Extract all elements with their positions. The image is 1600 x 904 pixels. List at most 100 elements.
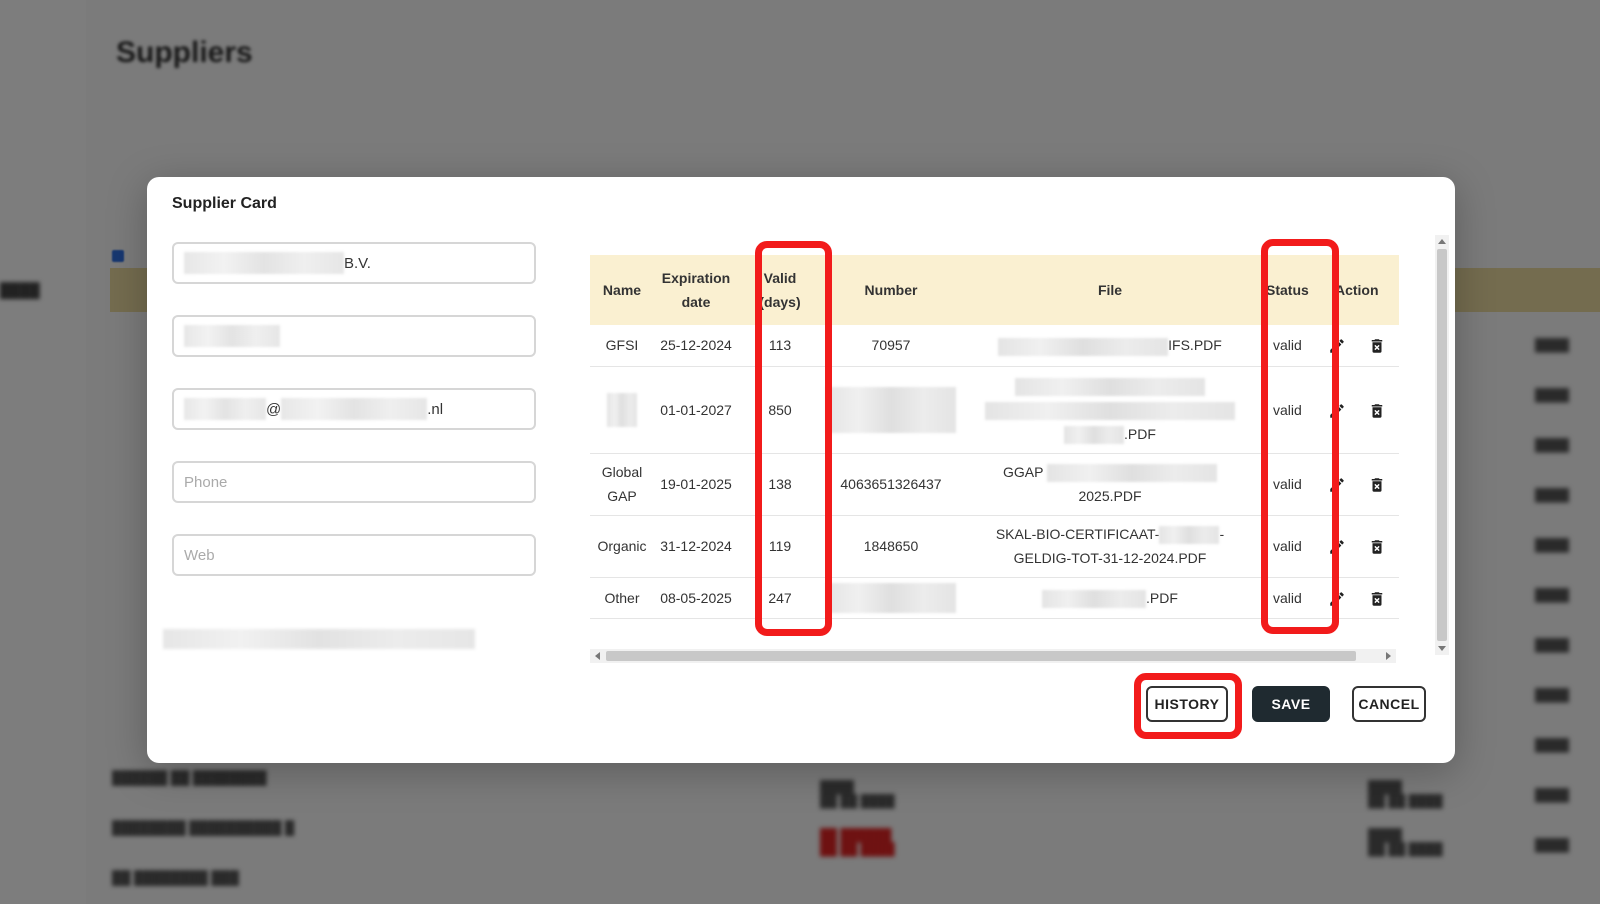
cell-number [822,577,960,619]
cell-valid-days: 119 [738,515,822,578]
cell-status: valid [1260,577,1315,619]
redacted-text [184,252,344,274]
cell-number [822,366,960,454]
file-name-prefix: SKAL-BIO-CERTIFICAAT- [995,526,1160,542]
cell-number: 1848650 [822,515,960,578]
pencil-icon[interactable] [1326,474,1348,496]
table-row: GFSI 25-12-2024 113 70957 IFS.PDF valid [590,325,1399,367]
cell-action [1314,577,1399,619]
email-tld: .nl [427,400,444,418]
redacted-text [184,398,266,420]
supplier-card-dialog: Supplier Card B.V. @ .nl Name Expiration… [147,177,1455,763]
phone-input[interactable] [184,473,524,491]
cell-file[interactable]: GGAP 2025.PDF [960,453,1260,516]
cell-action [1314,366,1399,454]
cell-expiration: 01-01-2027 [654,366,738,454]
column-header-action: Action [1314,255,1399,325]
header-text: date [681,294,711,310]
header-text: (days) [759,294,801,310]
save-button[interactable]: SAVE [1252,686,1330,722]
cell-status: valid [1260,366,1315,454]
cell-valid-days: 138 [738,453,822,516]
email-at: @ [266,400,282,418]
trash-icon[interactable] [1366,474,1388,496]
trash-icon[interactable] [1366,588,1388,610]
file-name-line: 2025.PDF [1078,488,1142,504]
redacted-text [1159,526,1220,545]
dialog-title: Supplier Card [172,195,277,212]
pencil-icon[interactable] [1326,335,1348,357]
table-row: Global GAP 19-01-2025 138 4063651326437 G… [590,453,1399,516]
redacted-text [1042,589,1147,608]
scroll-right-arrow-icon[interactable] [1386,652,1391,660]
cell-expiration: 19-01-2025 [654,453,738,516]
file-name-suffix: IFS.PDF [1168,337,1222,354]
scrollbar-thumb[interactable] [606,651,1356,661]
cell-name: Global GAP [590,453,654,516]
cell-status: valid [1260,453,1315,516]
pencil-icon[interactable] [1326,588,1348,610]
cell-number: 4063651326437 [822,453,960,516]
web-field[interactable] [172,534,536,576]
horizontal-scrollbar[interactable] [590,649,1396,663]
pencil-icon[interactable] [1326,536,1348,558]
redacted-text [184,325,280,347]
file-name-suffix: .PDF [1124,425,1156,442]
cell-valid-days: 850 [738,366,822,454]
trash-icon[interactable] [1366,536,1388,558]
cell-file[interactable]: .PDF [960,577,1260,619]
redacted-text [998,337,1169,356]
file-name-suffix: .PDF [1146,589,1178,606]
cell-status: valid [1260,325,1315,367]
scrollbar-thumb[interactable] [1437,249,1447,641]
column-header-valid-days: Valid (days) [738,255,822,325]
cell-name: Other [590,577,654,619]
cancel-button[interactable]: CANCEL [1352,686,1426,722]
file-name-prefix: GGAP [1002,464,1044,480]
history-button[interactable]: HISTORY [1146,686,1228,722]
trash-icon[interactable] [1366,400,1388,422]
name-text: Global [601,464,643,480]
redacted-text [607,392,637,427]
column-header-expiration: Expiration date [654,255,738,325]
redacted-text [1064,425,1125,444]
cell-expiration: 08-05-2025 [654,577,738,619]
table-row: 01-01-2027 850 .PDF valid [590,366,1399,454]
phone-field[interactable] [172,461,536,503]
pencil-icon[interactable] [1326,400,1348,422]
redacted-text [1047,464,1218,483]
cell-action [1314,325,1399,367]
cell-expiration: 31-12-2024 [654,515,738,578]
cell-action [1314,453,1399,516]
company-name-field[interactable]: B.V. [172,242,536,284]
trash-icon[interactable] [1366,335,1388,357]
scroll-left-arrow-icon[interactable] [595,652,600,660]
cell-status: valid [1260,515,1315,578]
cell-valid-days: 113 [738,325,822,367]
cell-file[interactable]: .PDF [960,366,1260,454]
redacted-text [826,386,956,433]
column-header-number: Number [822,255,960,325]
column-header-file: File [960,255,1260,325]
cell-file[interactable]: IFS.PDF [960,325,1260,367]
contact-name-field[interactable] [172,315,536,357]
header-text: Expiration [661,270,731,286]
column-header-name: Name [590,255,654,325]
cell-file[interactable]: SKAL-BIO-CERTIFICAAT- - GELDIG-TOT-31-12-… [960,515,1260,578]
file-name-line: GELDIG-TOT-31-12-2024.PDF [1013,550,1207,566]
web-input[interactable] [184,546,524,564]
table-row: Other 08-05-2025 247 .PDF valid [590,577,1399,619]
name-text: GAP [607,488,637,504]
cell-valid-days: 247 [738,577,822,619]
redacted-text [826,582,956,613]
company-suffix: B.V. [344,254,371,272]
scroll-up-arrow-icon[interactable] [1438,239,1446,244]
table-row: Organic 31-12-2024 119 1848650 SKAL-BIO-… [590,515,1399,578]
email-field[interactable]: @ .nl [172,388,536,430]
file-name-dash: - [1219,526,1225,542]
vertical-scrollbar[interactable] [1435,235,1449,655]
cell-name: GFSI [590,325,654,367]
cell-number: 70957 [822,325,960,367]
scroll-down-arrow-icon[interactable] [1438,646,1446,651]
column-header-status: Status [1260,255,1315,325]
